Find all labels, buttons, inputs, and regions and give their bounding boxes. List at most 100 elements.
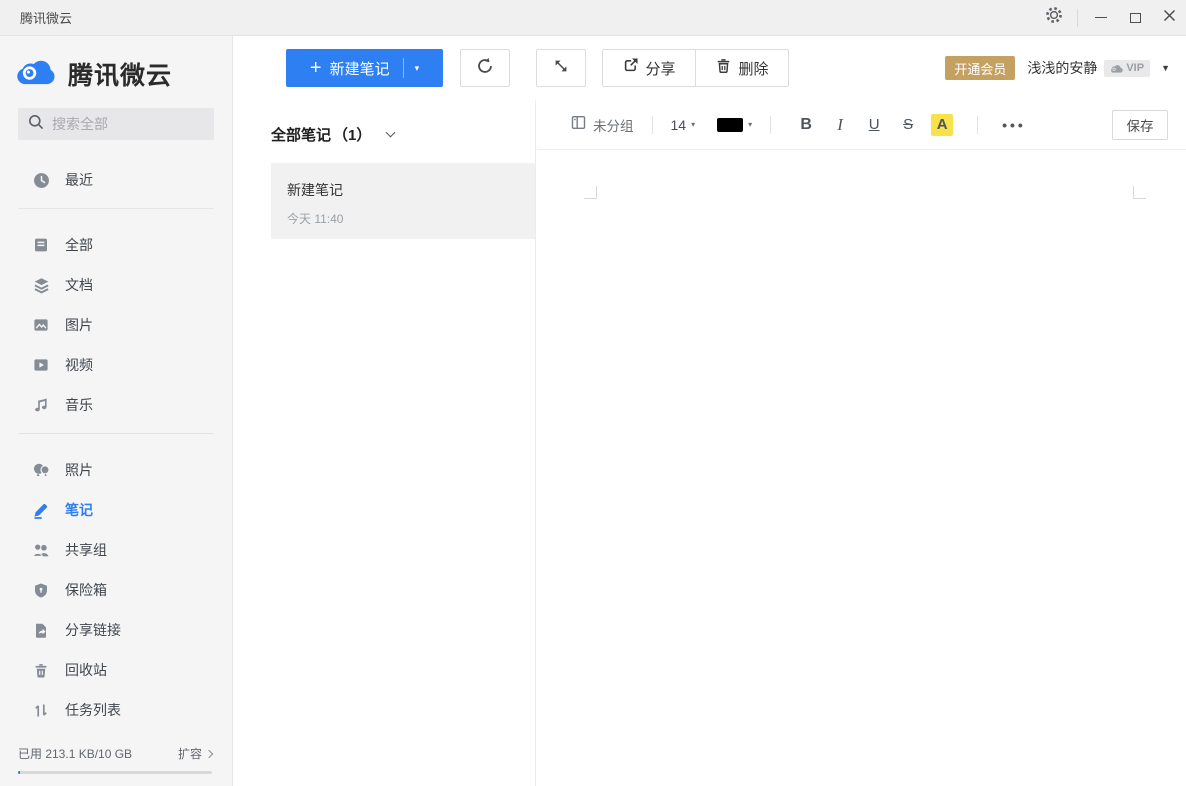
sidebar-item-shared-groups[interactable]: 共享组 [0, 530, 232, 570]
all-files-icon [32, 237, 50, 254]
refresh-icon [476, 57, 494, 80]
account-area: 开通会员 浅浅的安静 VIP ▼ [945, 56, 1186, 80]
vip-label: VIP [1126, 62, 1144, 74]
sidebar-item-label: 回收站 [65, 660, 107, 680]
italic-button[interactable]: I [823, 111, 857, 139]
vip-cloud-icon [1110, 64, 1123, 73]
expand-storage-label: 扩容 [178, 745, 202, 762]
expand-storage-link[interactable]: 扩容 [178, 745, 212, 762]
chevron-down-icon[interactable]: ▾ [415, 63, 420, 74]
sidebar-item-safe[interactable]: 保险箱 [0, 570, 232, 610]
delete-button[interactable]: 删除 [695, 50, 788, 86]
minimize-button[interactable] [1084, 0, 1118, 35]
font-size-value: 14 [671, 117, 687, 133]
chevron-right-icon [205, 749, 213, 757]
sidebar-item-label: 文档 [65, 275, 93, 295]
close-button[interactable] [1152, 0, 1186, 35]
refresh-button[interactable] [460, 49, 510, 87]
storage-used-text: 已用 213.1 KB/10 GB [18, 745, 132, 762]
share-button[interactable]: 分享 [603, 50, 695, 86]
sidebar-item-label: 最近 [65, 170, 93, 190]
pencil-icon [32, 502, 50, 519]
text-boundary-corner-left [584, 186, 597, 199]
app-logo: 腾讯微云 [0, 36, 232, 94]
editor-content-area[interactable] [537, 150, 1186, 786]
button-divider [403, 58, 404, 78]
maximize-button[interactable] [1118, 0, 1152, 35]
note-editor-panel: 未分组 14 ▾ ▾ B I U S A ••• 保存 [537, 100, 1186, 786]
vip-badge: VIP [1104, 60, 1150, 77]
maximize-icon [1130, 13, 1141, 23]
close-icon [1163, 9, 1176, 27]
strikethrough-button[interactable]: S [891, 111, 925, 139]
strikethrough-label: S [903, 116, 913, 133]
clock-icon [32, 172, 50, 189]
sidebar-item-notes[interactable]: 笔记 [0, 490, 232, 530]
shield-icon [32, 582, 50, 599]
storage-info: 已用 213.1 KB/10 GB 扩容 [18, 745, 212, 774]
sidebar-item-label: 图片 [65, 315, 93, 335]
bold-button[interactable]: B [789, 111, 823, 139]
expand-button[interactable] [536, 49, 586, 87]
highlight-button[interactable]: A [925, 111, 959, 139]
trash-icon [32, 662, 50, 679]
gear-icon [1044, 5, 1064, 30]
settings-button[interactable] [1037, 0, 1071, 35]
font-size-dropdown[interactable]: 14 ▾ [671, 117, 696, 133]
sidebar-item-docs[interactable]: 文档 [0, 265, 232, 305]
delete-label: 删除 [738, 58, 768, 79]
notes-count: （1） [333, 124, 371, 145]
sidebar-item-videos[interactable]: 视频 [0, 345, 232, 385]
notes-header-title: 全部笔记 [271, 124, 331, 145]
sidebar-item-all[interactable]: 全部 [0, 225, 232, 265]
sidebar-item-label: 笔记 [65, 500, 93, 520]
share-label: 分享 [645, 58, 675, 79]
sidebar-item-photos[interactable]: 照片 [0, 450, 232, 490]
chevron-down-icon: ▾ [748, 120, 752, 129]
search-box[interactable] [18, 108, 214, 140]
sidebar-divider [18, 208, 214, 209]
font-color-dropdown[interactable]: ▾ [717, 118, 752, 132]
sidebar-item-label: 共享组 [65, 540, 107, 560]
save-button[interactable]: 保存 [1112, 110, 1168, 140]
note-group-button[interactable]: 未分组 [571, 115, 634, 135]
underline-button[interactable]: U [857, 111, 891, 139]
sidebar-item-recycle-bin[interactable]: 回收站 [0, 650, 232, 690]
bold-label: B [800, 116, 812, 134]
people-icon [32, 542, 50, 559]
note-group-label: 未分组 [593, 115, 634, 135]
search-input[interactable] [52, 116, 202, 132]
sidebar-divider [18, 433, 214, 434]
sidebar-item-label: 任务列表 [65, 700, 121, 720]
upgrade-member-button[interactable]: 开通会员 [945, 56, 1015, 80]
upgrade-member-label: 开通会员 [954, 59, 1006, 78]
share-icon [622, 57, 639, 79]
sidebar-item-share-links[interactable]: 分享链接 [0, 610, 232, 650]
text-boundary-corner-right [1133, 186, 1146, 199]
note-list-item[interactable]: 新建笔记 今天 11:40 [271, 163, 535, 239]
new-note-label: 新建笔记 [330, 58, 390, 79]
more-options-button[interactable]: ••• [1002, 117, 1026, 133]
expand-diagonal-icon [553, 58, 569, 79]
sidebar-item-label: 视频 [65, 355, 93, 375]
transfer-arrows-icon [32, 702, 50, 719]
account-caret-icon[interactable]: ▼ [1161, 63, 1170, 73]
sidebar-item-music[interactable]: 音乐 [0, 385, 232, 425]
toolbar-divider [652, 116, 653, 134]
italic-label: I [837, 115, 843, 135]
sidebar-item-label: 保险箱 [65, 580, 107, 600]
plus-icon: + [310, 58, 322, 78]
share-document-icon [32, 622, 50, 639]
titlebar-divider [1077, 9, 1078, 27]
new-note-button[interactable]: + 新建笔记 ▾ [286, 49, 443, 87]
sidebar-item-task-list[interactable]: 任务列表 [0, 690, 232, 730]
font-color-swatch [717, 118, 743, 132]
sidebar-item-label: 音乐 [65, 395, 93, 415]
chevron-down-icon[interactable] [386, 127, 396, 137]
sidebar-item-recent[interactable]: 最近 [0, 160, 232, 200]
note-timestamp: 今天 11:40 [287, 210, 519, 227]
editor-toolbar: 未分组 14 ▾ ▾ B I U S A ••• 保存 [537, 100, 1186, 150]
storage-progress-bar [18, 771, 212, 774]
minimize-icon [1095, 17, 1107, 18]
sidebar-item-images[interactable]: 图片 [0, 305, 232, 345]
